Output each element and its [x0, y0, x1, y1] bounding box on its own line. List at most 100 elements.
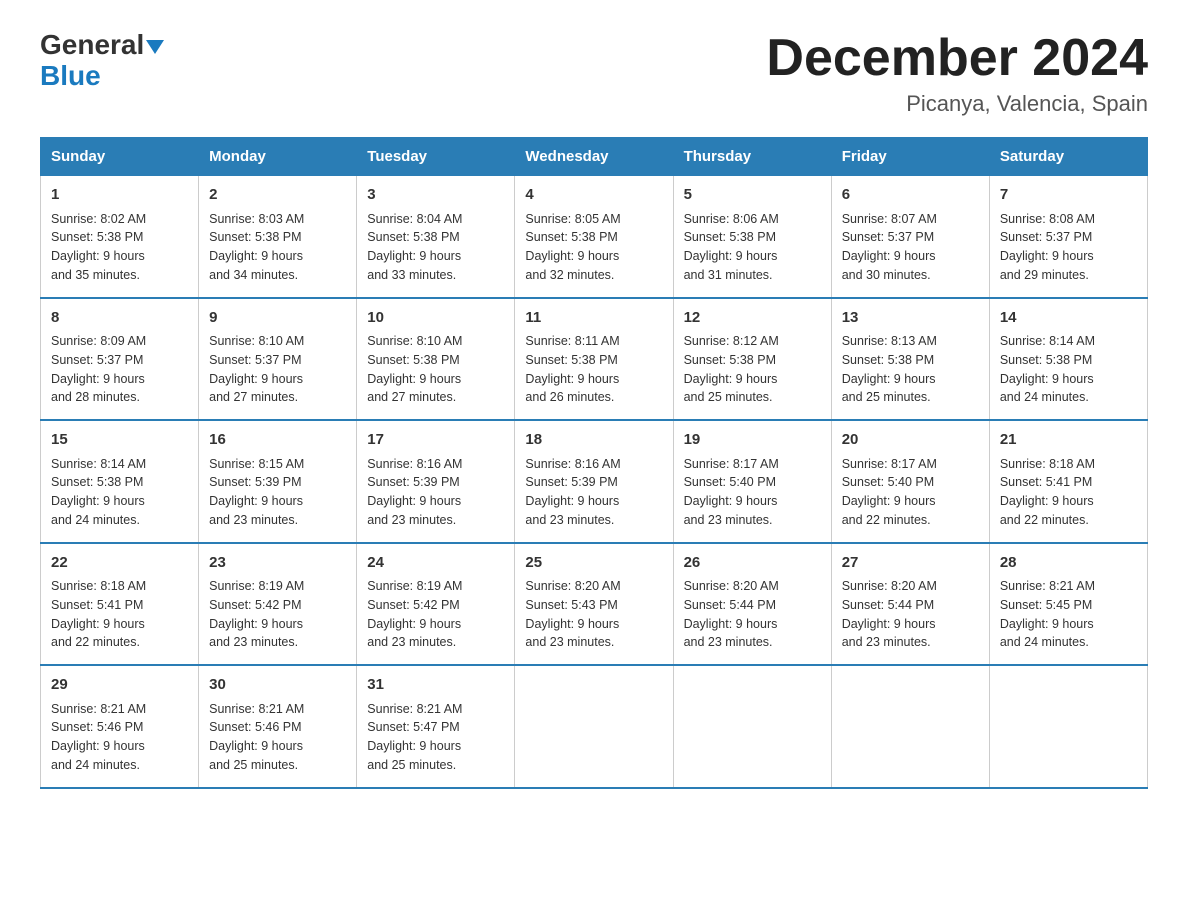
- day-number: 14: [1000, 307, 1137, 330]
- day-number: 29: [51, 674, 188, 697]
- day-number: 20: [842, 429, 979, 452]
- day-info: Sunrise: 8:21 AMSunset: 5:47 PMDaylight:…: [367, 700, 504, 775]
- day-info: Sunrise: 8:14 AMSunset: 5:38 PMDaylight:…: [51, 455, 188, 530]
- col-header-monday: Monday: [199, 138, 357, 176]
- calendar-day-cell: 17 Sunrise: 8:16 AMSunset: 5:39 PMDayligh…: [357, 420, 515, 543]
- day-number: 9: [209, 307, 346, 330]
- col-header-wednesday: Wednesday: [515, 138, 673, 176]
- day-info: Sunrise: 8:17 AMSunset: 5:40 PMDaylight:…: [842, 455, 979, 530]
- day-number: 27: [842, 552, 979, 575]
- calendar-day-cell: 29Sunrise: 8:21 AMSunset: 5:46 PMDayligh…: [41, 665, 199, 788]
- day-number: 15: [51, 429, 188, 452]
- day-number: 16: [209, 429, 346, 452]
- day-number: 13: [842, 307, 979, 330]
- day-info: Sunrise: 8:20 AMSunset: 5:44 PMDaylight:…: [684, 577, 821, 652]
- day-number: 31: [367, 674, 504, 697]
- logo-text: GeneralBlue: [40, 30, 164, 92]
- day-number: 6: [842, 184, 979, 207]
- calendar-day-cell: 13Sunrise: 8:13 AMSunset: 5:38 PMDayligh…: [831, 298, 989, 421]
- day-info: Sunrise: 8:19 AMSunset: 5:42 PMDaylight:…: [367, 577, 504, 652]
- day-info: Sunrise: 8:18 AMSunset: 5:41 PMDaylight:…: [51, 577, 188, 652]
- day-info: Sunrise: 8:19 AMSunset: 5:42 PMDaylight:…: [209, 577, 346, 652]
- calendar-day-cell: 2 Sunrise: 8:03 AMSunset: 5:38 PMDaylight…: [199, 176, 357, 298]
- day-number: 4: [525, 184, 662, 207]
- calendar-day-cell: 25Sunrise: 8:20 AMSunset: 5:43 PMDayligh…: [515, 543, 673, 666]
- calendar-week-row: 8Sunrise: 8:09 AMSunset: 5:37 PMDaylight…: [41, 298, 1148, 421]
- calendar-day-cell: 23Sunrise: 8:19 AMSunset: 5:42 PMDayligh…: [199, 543, 357, 666]
- day-number: 1: [51, 184, 188, 207]
- day-info: Sunrise: 8:20 AMSunset: 5:44 PMDaylight:…: [842, 577, 979, 652]
- day-info: Sunrise: 8:03 AMSunset: 5:38 PMDaylight:…: [209, 210, 346, 285]
- calendar-day-cell: 12Sunrise: 8:12 AMSunset: 5:38 PMDayligh…: [673, 298, 831, 421]
- calendar-day-cell: 11Sunrise: 8:11 AMSunset: 5:38 PMDayligh…: [515, 298, 673, 421]
- day-number: 23: [209, 552, 346, 575]
- day-info: Sunrise: 8:21 AMSunset: 5:45 PMDaylight:…: [1000, 577, 1137, 652]
- day-info: Sunrise: 8:20 AMSunset: 5:43 PMDaylight:…: [525, 577, 662, 652]
- calendar-table: SundayMondayTuesdayWednesdayThursdayFrid…: [40, 137, 1148, 789]
- day-number: 26: [684, 552, 821, 575]
- day-number: 28: [1000, 552, 1137, 575]
- logo-blue: Blue: [40, 60, 101, 91]
- day-number: 10: [367, 307, 504, 330]
- calendar-day-cell: 18Sunrise: 8:16 AMSunset: 5:39 PMDayligh…: [515, 420, 673, 543]
- calendar-day-cell: 9Sunrise: 8:10 AMSunset: 5:37 PMDaylight…: [199, 298, 357, 421]
- calendar-empty-cell: [989, 665, 1147, 788]
- day-info: Sunrise: 8:05 AMSunset: 5:38 PMDaylight:…: [525, 210, 662, 285]
- day-info: Sunrise: 8:06 AMSunset: 5:38 PMDaylight:…: [684, 210, 821, 285]
- day-info: Sunrise: 8:18 AMSunset: 5:41 PMDaylight:…: [1000, 455, 1137, 530]
- calendar-day-cell: 10Sunrise: 8:10 AMSunset: 5:38 PMDayligh…: [357, 298, 515, 421]
- page-header: GeneralBlue December 2024 Picanya, Valen…: [40, 30, 1148, 117]
- calendar-week-row: 22Sunrise: 8:18 AMSunset: 5:41 PMDayligh…: [41, 543, 1148, 666]
- day-number: 18: [525, 429, 662, 452]
- calendar-week-row: 29 Sunrise: 8:21 AMSunset: 5:46 PMDayligh…: [41, 665, 1148, 788]
- calendar-day-cell: 16 Sunrise: 8:15 AMSunset: 5:39 PMDayligh…: [199, 420, 357, 543]
- calendar-day-cell: 20 Sunrise: 8:17 AMSunset: 5:40 PMDayligh…: [831, 420, 989, 543]
- calendar-empty-cell: [673, 665, 831, 788]
- day-number: 24: [367, 552, 504, 575]
- calendar-day-cell: 30Sunrise: 8:21 AMSunset: 5:46 PMDayligh…: [199, 665, 357, 788]
- day-info: Sunrise: 8:10 AMSunset: 5:38 PMDaylight:…: [367, 332, 504, 407]
- col-header-friday: Friday: [831, 138, 989, 176]
- calendar-header-row: SundayMondayTuesdayWednesdayThursdayFrid…: [41, 138, 1148, 176]
- day-number: 3: [367, 184, 504, 207]
- calendar-day-cell: 7 Sunrise: 8:08 AMSunset: 5:37 PMDaylight…: [989, 176, 1147, 298]
- day-info: Sunrise: 8:17 AMSunset: 5:40 PMDaylight:…: [684, 455, 821, 530]
- day-info: Sunrise: 8:15 AMSunset: 5:39 PMDaylight:…: [209, 455, 346, 530]
- calendar-day-cell: 21 Sunrise: 8:18 AMSunset: 5:41 PMDayligh…: [989, 420, 1147, 543]
- calendar-empty-cell: [831, 665, 989, 788]
- day-number: 8: [51, 307, 188, 330]
- logo-triangle-icon: [146, 40, 164, 54]
- calendar-day-cell: 19Sunrise: 8:17 AMSunset: 5:40 PMDayligh…: [673, 420, 831, 543]
- day-info: Sunrise: 8:04 AMSunset: 5:38 PMDaylight:…: [367, 210, 504, 285]
- day-info: Sunrise: 8:14 AMSunset: 5:38 PMDaylight:…: [1000, 332, 1137, 407]
- day-number: 17: [367, 429, 504, 452]
- day-number: 7: [1000, 184, 1137, 207]
- location: Picanya, Valencia, Spain: [766, 91, 1148, 117]
- day-number: 12: [684, 307, 821, 330]
- calendar-week-row: 15 Sunrise: 8:14 AMSunset: 5:38 PMDayligh…: [41, 420, 1148, 543]
- day-info: Sunrise: 8:21 AMSunset: 5:46 PMDaylight:…: [209, 700, 346, 775]
- day-info: Sunrise: 8:09 AMSunset: 5:37 PMDaylight:…: [51, 332, 188, 407]
- calendar-empty-cell: [515, 665, 673, 788]
- day-number: 11: [525, 307, 662, 330]
- day-info: Sunrise: 8:07 AMSunset: 5:37 PMDaylight:…: [842, 210, 979, 285]
- calendar-day-cell: 3 Sunrise: 8:04 AMSunset: 5:38 PMDaylight…: [357, 176, 515, 298]
- day-info: Sunrise: 8:16 AMSunset: 5:39 PMDaylight:…: [367, 455, 504, 530]
- calendar-day-cell: 6 Sunrise: 8:07 AMSunset: 5:37 PMDaylight…: [831, 176, 989, 298]
- calendar-day-cell: 26Sunrise: 8:20 AMSunset: 5:44 PMDayligh…: [673, 543, 831, 666]
- calendar-day-cell: 14Sunrise: 8:14 AMSunset: 5:38 PMDayligh…: [989, 298, 1147, 421]
- title-block: December 2024 Picanya, Valencia, Spain: [766, 30, 1148, 117]
- day-info: Sunrise: 8:12 AMSunset: 5:38 PMDaylight:…: [684, 332, 821, 407]
- col-header-sunday: Sunday: [41, 138, 199, 176]
- day-number: 25: [525, 552, 662, 575]
- calendar-day-cell: 5 Sunrise: 8:06 AMSunset: 5:38 PMDaylight…: [673, 176, 831, 298]
- day-number: 5: [684, 184, 821, 207]
- day-info: Sunrise: 8:02 AMSunset: 5:38 PMDaylight:…: [51, 210, 188, 285]
- calendar-day-cell: 28Sunrise: 8:21 AMSunset: 5:45 PMDayligh…: [989, 543, 1147, 666]
- day-number: 21: [1000, 429, 1137, 452]
- col-header-saturday: Saturday: [989, 138, 1147, 176]
- calendar-day-cell: 24Sunrise: 8:19 AMSunset: 5:42 PMDayligh…: [357, 543, 515, 666]
- day-info: Sunrise: 8:08 AMSunset: 5:37 PMDaylight:…: [1000, 210, 1137, 285]
- calendar-day-cell: 8Sunrise: 8:09 AMSunset: 5:37 PMDaylight…: [41, 298, 199, 421]
- day-number: 2: [209, 184, 346, 207]
